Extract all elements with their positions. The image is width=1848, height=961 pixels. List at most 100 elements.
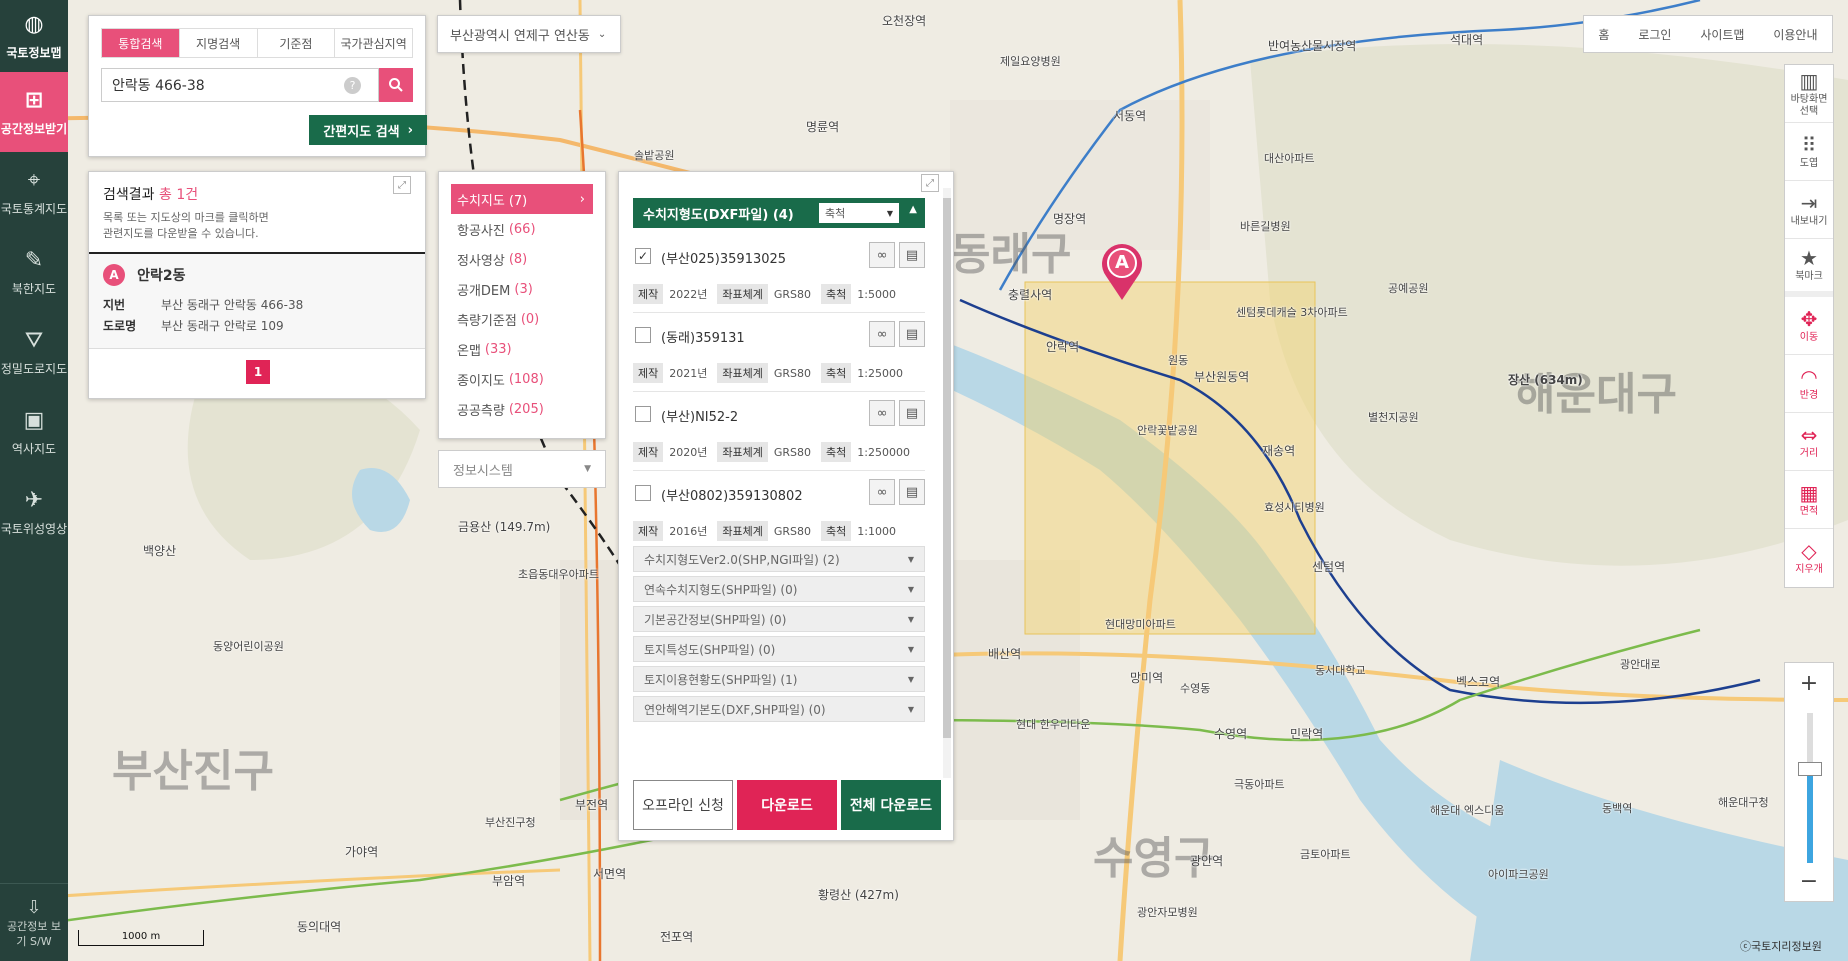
nav-viewer-sw[interactable]: ⇩ 공간정보 보기 S/W <box>0 883 68 961</box>
jibun-label: 지번 <box>103 298 126 312</box>
download-group-dropdown[interactable]: 기본공간정보(SHP파일) (0) ▼ <box>633 606 925 632</box>
download-group-dropdown[interactable]: 토지이용현황도(SHP파일) (1) ▼ <box>633 666 925 692</box>
tab-place-search[interactable]: 지명검색 <box>180 29 258 57</box>
tool-basemap[interactable]: ▥ 바탕화면 선택 <box>1785 65 1833 123</box>
entry-checkbox[interactable] <box>635 485 651 501</box>
scrollbar[interactable] <box>943 188 951 778</box>
category-survey-point[interactable]: 측량기준점 (0) <box>451 304 593 334</box>
tool-eraser[interactable]: ◇ 지우개 <box>1785 529 1833 587</box>
map-label-peak: 황령산 (427m) <box>818 888 899 902</box>
zoom-slider[interactable] <box>1798 713 1822 863</box>
map-label-poi: 아이파크공원 <box>1488 868 1549 881</box>
download-button[interactable]: 다운로드 <box>737 780 837 830</box>
map-label-poi: 극동아파트 <box>1234 778 1285 791</box>
nav-item-spatial-download[interactable]: ⊞ 공간정보받기 <box>0 72 68 152</box>
move-icon: ✥ <box>1800 306 1818 331</box>
location-marker[interactable]: A <box>1100 242 1144 302</box>
entry-checkbox[interactable]: ✓ <box>635 248 651 264</box>
nav-item-road-map[interactable]: ⛛ 정밀도로지도 <box>0 312 68 392</box>
preview-icon[interactable]: ∞ <box>869 479 895 505</box>
viewer-sw-label: 공간정보 보기 S/W <box>6 919 62 948</box>
map-label-poi: 해운대구청 <box>1718 796 1769 809</box>
download-group-dropdown[interactable]: 수치지형도Ver2.0(SHP,NGI파일) (2) ▼ <box>633 546 925 572</box>
expand-icon[interactable]: ⤢ <box>393 176 411 194</box>
tool-distance[interactable]: ⇔ 거리 <box>1785 413 1833 471</box>
nav-item-label: 정밀도로지도 <box>0 361 68 376</box>
nav-item-north-korea-map[interactable]: ✎ 북한지도 <box>0 232 68 312</box>
download-all-button[interactable]: 전체 다운로드 <box>841 780 941 830</box>
radius-icon: ◠ <box>1800 364 1818 389</box>
nav-item-history-map[interactable]: ▣ 역사지도 <box>0 392 68 472</box>
tool-area[interactable]: ▦ 면적 <box>1785 471 1833 529</box>
zoom-slider-handle[interactable] <box>1798 761 1822 776</box>
help-icon[interactable]: ? <box>344 77 361 94</box>
category-paper-map[interactable]: 종이지도 (108) <box>451 364 593 394</box>
link-home[interactable]: 홈 <box>1598 26 1609 43</box>
map-label-peak: 백양산 <box>143 544 177 558</box>
map-label-poi: 동백역 <box>1602 802 1633 815</box>
expand-icon[interactable]: ⤢ <box>921 174 939 192</box>
tool-label: 면적 <box>1799 505 1819 517</box>
simple-map-search-button[interactable]: 간편지도 검색 › <box>309 115 427 145</box>
result-item[interactable]: A 안락2동 지번 부산 동래구 안락동 466-38 도로명 부산 동래구 안… <box>89 254 425 349</box>
search-icon <box>389 78 403 92</box>
tool-radius[interactable]: ◠ 반경 <box>1785 355 1833 413</box>
nav-item-stats-map[interactable]: ⌖ 국토통계지도 <box>0 152 68 232</box>
category-label: 공개DEM <box>457 283 511 299</box>
results-title-prefix: 검색결과 <box>103 187 155 203</box>
page-button[interactable]: 1 <box>246 360 270 384</box>
nav-item-satellite[interactable]: ✈ 국토위성영상 <box>0 472 68 552</box>
zoom-out-button[interactable]: − <box>1785 861 1833 901</box>
download-group-dropdown[interactable]: 연속수치지형도(SHP파일) (0) ▼ <box>633 576 925 602</box>
tool-move[interactable]: ✥ 이동 <box>1785 297 1833 355</box>
clipboard-icon[interactable]: ▤ <box>899 400 925 426</box>
tool-sheet[interactable]: ⠿ 도엽 <box>1785 123 1833 181</box>
map-label-district: 동래구 <box>950 229 1072 280</box>
entry-checkbox[interactable] <box>635 406 651 422</box>
meta-year: 2016년 <box>669 525 708 538</box>
category-digital-map[interactable]: 수치지도 (7) › <box>451 184 593 214</box>
meta-scale: 1:5000 <box>857 287 896 301</box>
link-guide[interactable]: 이용안내 <box>1773 26 1817 43</box>
category-label: 정사영상 <box>457 253 505 269</box>
link-login[interactable]: 로그인 <box>1638 26 1671 43</box>
info-system-select[interactable]: 정보시스템 ▼ <box>438 450 606 488</box>
clipboard-icon[interactable]: ▤ <box>899 479 925 505</box>
collapse-icon[interactable]: ▲ <box>909 204 917 215</box>
tab-integrated-search[interactable]: 통합검색 <box>102 29 180 57</box>
preview-icon[interactable]: ∞ <box>869 242 895 268</box>
tool-export[interactable]: ⇥ 내보내기 <box>1785 181 1833 239</box>
search-input[interactable] <box>101 68 379 102</box>
clipboard-icon[interactable]: ▤ <box>899 242 925 268</box>
preview-icon[interactable]: ∞ <box>869 321 895 347</box>
tool-bookmark[interactable]: ★ 북마크 <box>1785 239 1833 297</box>
scale-select[interactable]: 축척 ▼ <box>819 203 899 223</box>
category-public-dem[interactable]: 공개DEM (3) <box>451 274 593 304</box>
download-group-header[interactable]: 수치지형도(DXF파일) (4) 축척 ▼ ▲ <box>633 198 925 228</box>
map-label-station: 가야역 <box>345 845 379 859</box>
category-aerial-photo[interactable]: 항공사진 (66) <box>451 214 593 244</box>
clipboard-icon[interactable]: ▤ <box>899 321 925 347</box>
app-logo[interactable]: ◍ 국토정보맵 <box>0 0 68 72</box>
download-group-dropdown[interactable]: 연안해역기본도(DXF,SHP파일) (0) ▼ <box>633 696 925 722</box>
search-button[interactable] <box>379 68 413 102</box>
entry-checkbox[interactable] <box>635 327 651 343</box>
category-onmap[interactable]: 온맵 (33) <box>451 334 593 364</box>
nav-item-label: 국토위성영상 <box>0 521 68 536</box>
meta-crs-label: 좌표체계 <box>717 521 768 541</box>
nav-item-label: 역사지도 <box>11 441 57 456</box>
zoom-in-button[interactable]: + <box>1785 663 1833 703</box>
download-entry: ✓ (부산025)35913025 ∞ ▤ 제작 2022년 좌표체계 GRS80 … <box>633 234 925 313</box>
preview-icon[interactable]: ∞ <box>869 400 895 426</box>
tab-reference-point[interactable]: 기준점 <box>258 29 336 57</box>
category-public-survey[interactable]: 공공측량 (205) <box>451 394 593 424</box>
scrollbar-thumb[interactable] <box>943 198 951 738</box>
map-label-station: 벡스코역 <box>1456 675 1501 689</box>
offline-request-button[interactable]: 오프라인 신청 <box>633 780 733 830</box>
search-results-panel: ⤢ 검색결과 총 1건 목록 또는 지도상의 마크를 클릭하면 관련지도를 다운… <box>88 171 426 399</box>
category-orthophoto[interactable]: 정사영상 (8) <box>451 244 593 274</box>
download-group-dropdown[interactable]: 토지특성도(SHP파일) (0) ▼ <box>633 636 925 662</box>
tab-national-interest[interactable]: 국가관심지역 <box>335 29 412 57</box>
link-sitemap[interactable]: 사이트맵 <box>1700 26 1744 43</box>
region-selector[interactable]: 부산광역시 연제구 연산동 ⌄ <box>437 15 621 53</box>
